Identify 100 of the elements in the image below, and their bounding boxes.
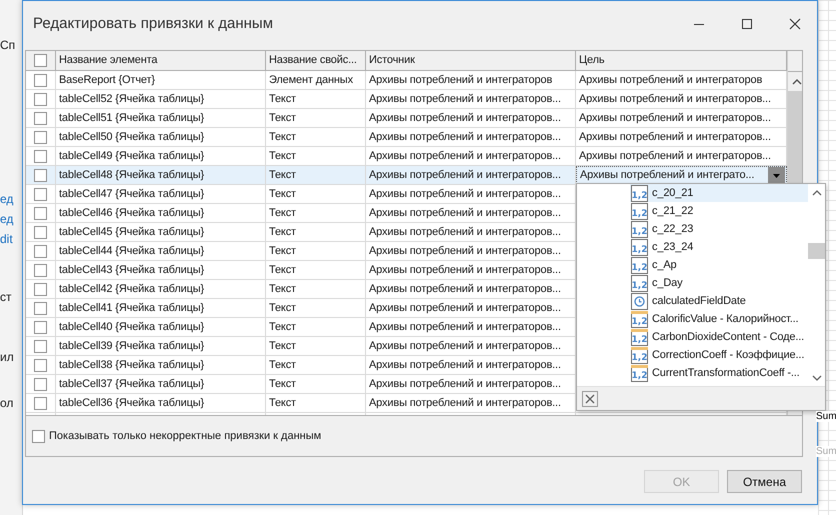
table-cell: tableCell42 {Ячейка таблицы} [56, 280, 266, 298]
list-item[interactable]: 1,2 c_22_23 [630, 220, 808, 238]
scroll-up-icon[interactable] [812, 189, 822, 197]
checkbox[interactable] [34, 396, 47, 410]
table-cell: Текст [266, 261, 366, 279]
table-cell: Текст [266, 394, 366, 412]
checkbox[interactable] [34, 226, 47, 238]
checkbox[interactable] [34, 74, 47, 86]
column-header[interactable]: Источник [366, 51, 576, 70]
list-item[interactable]: 1,2 c_23_24 [630, 238, 808, 256]
checkbox[interactable] [34, 282, 47, 296]
clock-icon [631, 292, 648, 310]
checkbox[interactable] [34, 168, 47, 182]
checkbox[interactable] [34, 206, 47, 220]
close-icon[interactable] [789, 18, 801, 30]
list-item[interactable]: 1,2 c_Ap [630, 256, 808, 274]
table-cell: Текст [266, 204, 366, 222]
checkbox[interactable] [34, 264, 47, 276]
table-cell: tableCell40 {Ячейка таблицы} [56, 318, 266, 336]
table-cell: Текст [266, 166, 366, 184]
table-cell: tableCell48 {Ячейка таблицы} [56, 166, 266, 184]
checkbox[interactable] [34, 320, 47, 334]
number-field-icon: 1,2 [631, 274, 648, 292]
table-cell: Текст [266, 280, 366, 298]
table-cell: Текст [266, 299, 366, 317]
number-field-icon: 1,2 [631, 220, 648, 238]
table-cell: Текст [266, 318, 366, 336]
number-field-icon: 1,2 [631, 202, 648, 220]
table-cell: Текст [266, 128, 366, 146]
table-cell: Архивы потреблений и интеграторов [366, 71, 576, 89]
background-text: ед [0, 212, 14, 226]
column-header[interactable]: Название элемента [56, 51, 266, 70]
background-text: ол [0, 396, 14, 410]
table-cell: Текст [266, 375, 366, 393]
table-cell: Архивы потреблений и интеграторов... [366, 166, 576, 184]
table-cell: tableCell46 {Ячейка таблицы} [56, 204, 266, 222]
table-cell: Архивы потреблений и интеграторов... [366, 147, 576, 165]
checkbox[interactable] [34, 92, 47, 106]
table-cell: tableCell36 {Ячейка таблицы} [56, 394, 266, 412]
scroll-down-icon[interactable] [812, 374, 822, 382]
table-cell: Текст [266, 223, 366, 241]
parameter-number-icon: 1,2 [631, 364, 648, 382]
table-cell: BaseReport {Отчет} [56, 71, 266, 89]
checkbox[interactable] [34, 130, 47, 144]
list-item[interactable]: 1,2 CarbonDioxideContent - Соде... [630, 328, 808, 346]
maximize-icon[interactable] [741, 18, 753, 30]
table-cell: tableCell39 {Ячейка таблицы} [56, 337, 266, 355]
table-cell: tableCell51 {Ячейка таблицы} [56, 109, 266, 127]
filter-checkbox[interactable]: Показывать только некорректные привязки к данным [32, 430, 322, 442]
dropdown-icon[interactable] [768, 167, 785, 183]
number-field-icon: 1,2 [631, 238, 648, 256]
checkbox[interactable] [34, 302, 47, 314]
background-text: ст [0, 290, 12, 304]
background-text: ил [0, 350, 14, 364]
column-header[interactable]: Название свойс... [266, 51, 366, 70]
table-cell: Текст [266, 185, 366, 203]
table-cell: tableCell44 {Ячейка таблицы} [56, 242, 266, 260]
table-cell: Архивы потреблений и интеграторов... [366, 90, 576, 108]
list-item[interactable]: 1,2 c_Day [630, 274, 808, 292]
list-item[interactable]: 1,2 CurrentTransformationCoeff -... [630, 364, 808, 382]
checkbox[interactable] [34, 188, 47, 200]
table-cell: tableCell37 {Ячейка таблицы} [56, 375, 266, 393]
table-cell: tableCell38 {Ячейка таблицы} [56, 356, 266, 374]
table-cell: Архивы потреблений и интеграторов... [366, 128, 576, 146]
background-text: Sum [816, 411, 836, 422]
list-item[interactable]: calculatedFieldDate [630, 292, 808, 310]
table-cell: Текст [266, 356, 366, 374]
number-field-icon: 1,2 [631, 256, 648, 274]
checkbox[interactable] [34, 244, 47, 258]
table-cell: tableCell52 {Ячейка таблицы} [56, 90, 266, 108]
table-cell: tableCell45 {Ячейка таблицы} [56, 223, 266, 241]
background-text: ед [0, 192, 14, 206]
background-text: Сп [0, 38, 16, 52]
checkbox[interactable] [34, 112, 47, 124]
close-icon[interactable] [582, 390, 598, 406]
list-item[interactable]: 1,2 c_20_21 [630, 184, 808, 202]
list-item[interactable]: 1,2 c_21_22 [630, 202, 808, 220]
number-field-icon: 1,2 [631, 184, 648, 202]
table-cell: tableCell43 {Ячейка таблицы} [56, 261, 266, 279]
checkbox[interactable] [34, 150, 47, 162]
table-cell: tableCell41 {Ячейка таблицы} [56, 299, 266, 317]
parameter-number-icon: 1,2 [631, 310, 648, 328]
checkbox[interactable] [34, 340, 47, 352]
table-cell: tableCell49 {Ячейка таблицы} [56, 147, 266, 165]
cancel-button[interactable]: Отмена [727, 470, 802, 493]
checkbox[interactable] [34, 54, 47, 67]
checkbox[interactable] [34, 378, 47, 390]
checkbox[interactable] [34, 358, 47, 372]
table-cell: Элемент данных [266, 71, 366, 89]
table-cell: tableCell47 {Ячейка таблицы} [56, 185, 266, 203]
background-text: Sum [816, 446, 836, 457]
scroll-up-icon[interactable] [792, 78, 802, 86]
table-cell: Текст [266, 109, 366, 127]
list-item[interactable]: 1,2 CorrectionCoeff - Коэффицие... [630, 346, 808, 364]
background-text: dit [0, 232, 13, 246]
window-title: Редактировать привязки к данным [33, 15, 274, 32]
list-item[interactable]: 1,2 CalorificValue - Калорийност... [630, 310, 808, 328]
table-cell: Текст [266, 90, 366, 108]
scroll-thumb[interactable] [808, 243, 825, 259]
table-cell: Текст [266, 337, 366, 355]
